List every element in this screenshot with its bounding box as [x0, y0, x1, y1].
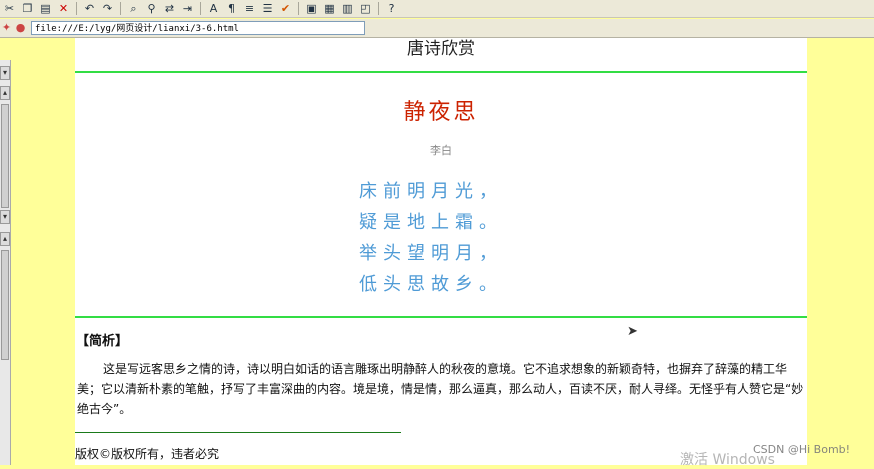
scroll-up-arrow-icon[interactable]: ▴: [0, 232, 10, 246]
address-toolbar: ✦ ● file:///E:/lyg/网页设计/lianxi/3-6.html: [0, 19, 874, 38]
find-next-icon[interactable]: ⚲: [144, 2, 159, 16]
csdn-watermark: CSDN @Hi Bomb!: [753, 443, 851, 456]
copyright-notice: 版权©版权所有，违者必究: [75, 447, 220, 461]
view-split-icon[interactable]: ▦: [322, 2, 337, 16]
left-scrollbar[interactable]: ▾ ▴ ▾ ▴: [0, 60, 11, 465]
browser-preview-icon[interactable]: ◰: [358, 2, 373, 16]
analysis-paragraph: 这是写远客思乡之情的诗，诗以明白如话的语言雕琢出明静醉人的秋夜的意境。它不追求想…: [77, 362, 804, 416]
scroll-thumb[interactable]: [1, 250, 9, 360]
scroll-down-arrow-icon[interactable]: ▾: [0, 210, 10, 224]
cut-icon[interactable]: ✂: [2, 2, 17, 16]
mouse-cursor-icon: ➤: [627, 324, 638, 339]
redo-icon[interactable]: ↷: [100, 2, 115, 16]
toolbar-divider: [378, 2, 379, 15]
scroll-up-arrow-icon[interactable]: ▴: [0, 86, 10, 100]
spell-check-icon[interactable]: ✔: [278, 2, 293, 16]
page-content: 唐诗欣赏 静夜思 李白 床前明月光， 疑是地上霜。 举头望明月， 低头思故乡。 …: [75, 38, 807, 465]
font-icon[interactable]: A: [206, 2, 221, 16]
stop-icon[interactable]: ●: [14, 21, 27, 34]
poem-line: 低头思故乡。: [359, 274, 503, 295]
poem-line: 疑是地上霜。: [359, 212, 503, 233]
align-icon[interactable]: ☰: [260, 2, 275, 16]
address-icons: ✦ ●: [0, 21, 27, 34]
help-icon[interactable]: ?: [384, 2, 399, 16]
poem-line: 举头望明月，: [359, 243, 503, 264]
format-icon[interactable]: ¶: [224, 2, 239, 16]
poem-title: 静夜思: [403, 100, 479, 125]
list-icon[interactable]: ≡: [242, 2, 257, 16]
analysis-heading: 【简析】: [76, 334, 129, 349]
browser-icon[interactable]: ✦: [0, 21, 13, 34]
toolbar-divider: [76, 2, 77, 15]
toolbar-divider: [120, 2, 121, 15]
indent-icon[interactable]: ⇥: [180, 2, 195, 16]
copy-icon[interactable]: ❐: [20, 2, 35, 16]
editor-toolbar: ✂ ❐ ▤ ✕ ↶ ↷ ⌕ ⚲ ⇄ ⇥ A ¶ ≡ ☰ ✔ ▣ ▦ ▥ ◰ ?: [0, 0, 874, 18]
address-input[interactable]: file:///E:/lyg/网页设计/lianxi/3-6.html: [31, 21, 365, 35]
paste-icon[interactable]: ▤: [38, 2, 53, 16]
scroll-thumb[interactable]: [1, 104, 9, 208]
toolbar-divider: [200, 2, 201, 15]
top-divider: [75, 71, 807, 73]
scroll-down-arrow-icon[interactable]: ▾: [0, 66, 10, 80]
view-source-icon[interactable]: ▣: [304, 2, 319, 16]
delete-icon[interactable]: ✕: [56, 2, 71, 16]
bottom-divider: [75, 316, 807, 318]
poem-line: 床前明月光，: [359, 181, 503, 202]
poem-author: 李白: [430, 144, 452, 157]
footer-divider: [75, 432, 401, 433]
undo-icon[interactable]: ↶: [82, 2, 97, 16]
view-design-icon[interactable]: ▥: [340, 2, 355, 16]
screen: { "address_bar": { "url": "file:///E:/ly…: [0, 0, 874, 468]
replace-icon[interactable]: ⇄: [162, 2, 177, 16]
toolbar-divider: [298, 2, 299, 15]
find-icon[interactable]: ⌕: [126, 2, 141, 16]
page-title: 唐诗欣赏: [407, 39, 475, 59]
